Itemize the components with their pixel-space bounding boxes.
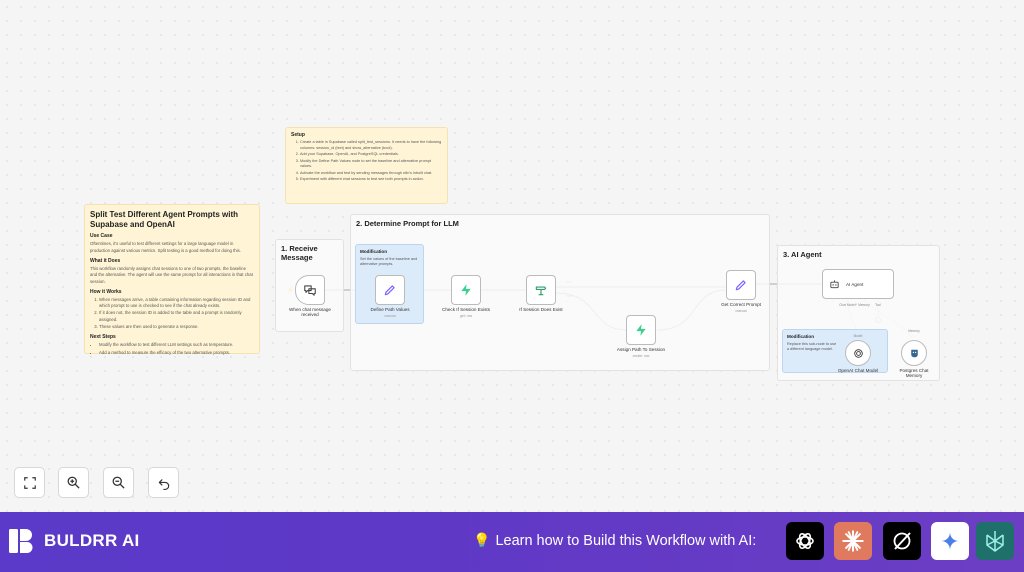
supabase-icon <box>636 324 646 336</box>
cta-text: Learn how to Build this Workflow with AI… <box>495 532 757 549</box>
grok-icon <box>893 532 911 550</box>
get-correct-prompt-label: Get Correct Prompt <box>721 302 761 307</box>
postgres-memory-label: Postgres Chat Memory <box>899 368 929 378</box>
fit-view-icon <box>23 476 36 489</box>
setup-sticky-note[interactable]: Setup Create a table in Supabase called … <box>285 127 448 204</box>
zoom-out-button[interactable] <box>103 467 134 498</box>
section-2-title: 2. Determine Prompt for LLM <box>356 219 459 228</box>
setup-step: Activate the workflow and test by sendin… <box>300 171 442 177</box>
zoom-in-icon <box>67 476 80 489</box>
gemini-icon <box>940 531 960 551</box>
main-sticky-note[interactable]: Split Test Different Agent Prompts with … <box>84 204 260 356</box>
supabase-icon <box>461 284 471 296</box>
how-it-works-heading: How it Works <box>90 288 122 295</box>
next-step-item: Add a method to measure the efficacy of … <box>99 350 254 356</box>
brand-name: BULDRR AI <box>44 531 140 550</box>
assign-path-node[interactable] <box>626 315 656 345</box>
perplexity-button[interactable] <box>976 522 1014 560</box>
ai-agent-label: AI Agent <box>846 281 864 287</box>
modification-body: Replace this sub-node to use a different… <box>787 341 837 352</box>
zoom-in-button[interactable] <box>58 467 89 498</box>
postgres-memory-node[interactable] <box>901 340 927 366</box>
modification-note-model[interactable]: Modification Replace this sub-node to us… <box>782 329 888 373</box>
modification-title: Modification <box>360 249 388 254</box>
setup-step: Modify the Define Path Values node to se… <box>300 159 442 170</box>
section-1-title: 1. Receive Message <box>281 244 318 262</box>
if-session-node[interactable] <box>526 275 556 305</box>
what-it-does-heading: What it Does <box>90 257 121 264</box>
how-it-works-step: When messages arrive, a table containing… <box>99 297 254 309</box>
fit-view-button[interactable] <box>14 467 45 498</box>
agent-port-tool-label: Tool <box>875 303 881 307</box>
zoom-out-icon <box>112 476 125 489</box>
next-step-item: Modify the workflow to test different LL… <box>99 342 254 348</box>
get-correct-prompt-sub: manual <box>735 309 747 313</box>
chatgpt-icon <box>796 532 814 550</box>
claude-icon <box>842 530 864 552</box>
setup-step: Add your Supabase, OpenAI, and PostgreSQ… <box>300 152 442 158</box>
chat-icon <box>304 285 316 296</box>
undo-button[interactable] <box>148 467 179 498</box>
agent-port-model-label: Chat Model* <box>839 303 857 307</box>
next-steps-heading: Next Steps <box>90 334 116 341</box>
check-session-sub: get: row <box>459 314 473 318</box>
perplexity-icon <box>986 531 1004 552</box>
main-note-title: Split Test Different Agent Prompts with … <box>90 210 239 229</box>
lightbulb-icon: 💡 <box>473 532 491 548</box>
workflow-canvas[interactable]: true false + ⚡ Split Test Different Agen… <box>0 0 1024 512</box>
assign-path-label: Assign Path To Session <box>616 347 666 352</box>
ai-agent-node[interactable]: AI Agent <box>822 269 894 299</box>
how-it-works-step: These values are then used to generate a… <box>99 324 254 330</box>
chat-trigger-label: When chat message received <box>289 307 331 317</box>
buldrr-logo-icon <box>9 529 33 553</box>
what-it-does-body: This workflow randomly assigns chat sess… <box>90 266 253 284</box>
define-path-values-node[interactable] <box>375 275 405 305</box>
check-session-node[interactable] <box>451 275 481 305</box>
claude-button[interactable] <box>834 522 872 560</box>
chat-trigger-node[interactable] <box>295 275 325 305</box>
get-correct-prompt-node[interactable] <box>726 270 756 300</box>
modification-body: Set the values of the baseline and alter… <box>360 256 418 267</box>
robot-icon <box>830 279 839 288</box>
gemini-button[interactable] <box>931 522 969 560</box>
define-path-values-sub: manual <box>384 314 396 318</box>
promo-banner: BULDRR AI 💡 Learn how to Build this Work… <box>0 512 1024 572</box>
use-case-heading: Use Case <box>90 233 113 240</box>
openai-icon <box>853 348 863 358</box>
postgres-icon <box>910 349 918 357</box>
grok-button[interactable] <box>883 522 921 560</box>
define-path-values-label: Define Path Values <box>370 307 410 312</box>
postgres-port-label: Memory <box>908 329 920 333</box>
openai-chat-model-label: OpenAI Chat Model <box>837 368 879 373</box>
agent-port-memory-label: Memory <box>858 303 870 307</box>
brand[interactable]: BULDRR AI <box>8 528 140 554</box>
use-case-body: Oftentimes, it's useful to test differen… <box>90 241 241 253</box>
how-it-works-step: If it does not, the session ID is added … <box>99 310 254 322</box>
setup-step: Experiment with different chat sessions … <box>300 177 442 183</box>
cta: 💡 Learn how to Build this Workflow with … <box>473 532 756 549</box>
chatgpt-button[interactable] <box>786 522 824 560</box>
setup-step: Create a table in Supabase called split_… <box>300 140 442 151</box>
openai-port-label: Model <box>853 334 863 338</box>
setup-title: Setup <box>291 132 305 138</box>
pencil-icon <box>735 280 746 291</box>
modification-title: Modification <box>787 334 815 339</box>
openai-chat-model-node[interactable] <box>845 340 871 366</box>
if-session-label: If Session Does Exist <box>519 307 563 312</box>
check-session-label: Check If Session Exists <box>442 307 490 312</box>
section-3-title: 3. AI Agent <box>783 250 822 259</box>
branch-icon <box>535 286 547 296</box>
undo-icon <box>158 478 169 490</box>
assign-path-sub: create: row <box>632 354 650 358</box>
pencil-icon <box>384 285 395 296</box>
